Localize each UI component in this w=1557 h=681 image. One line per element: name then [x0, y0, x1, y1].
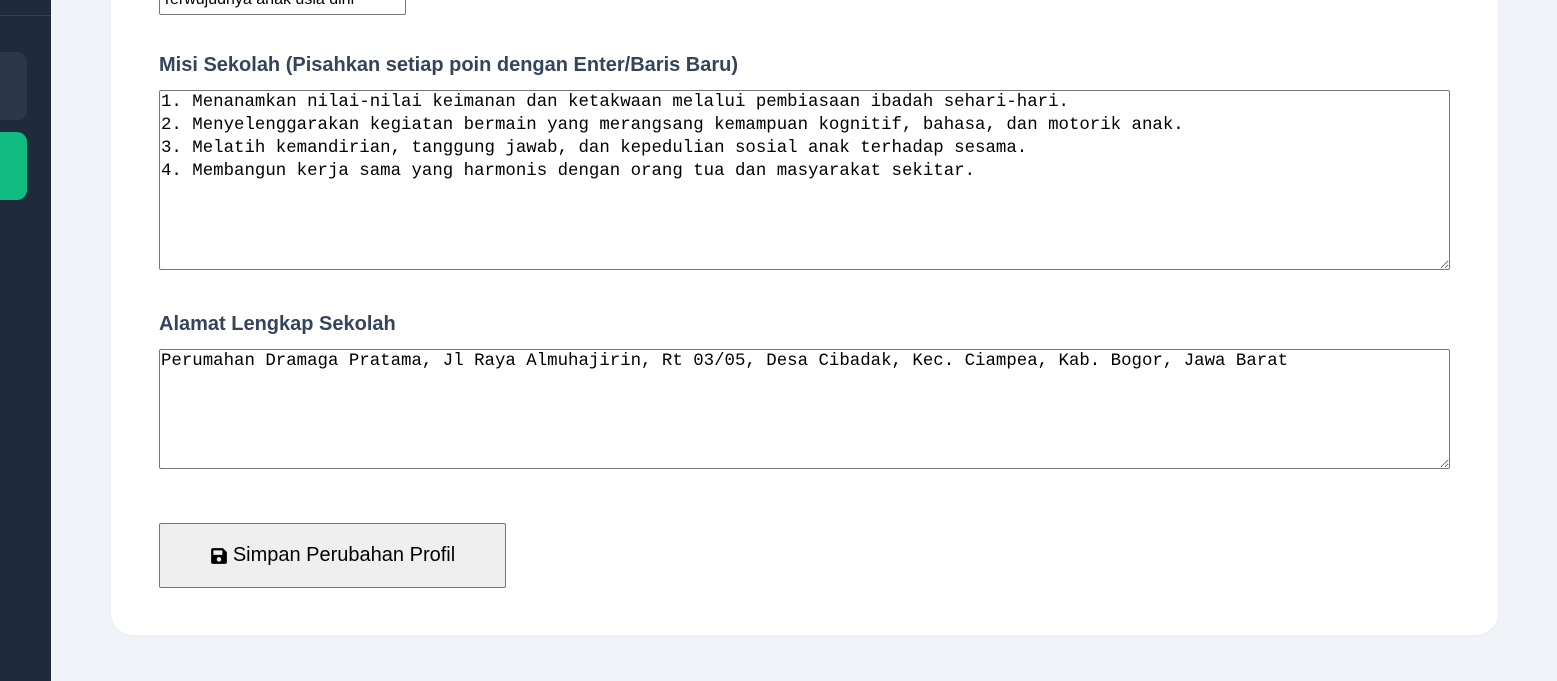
misi-textarea[interactable]: 1. Menanamkan nilai-nilai keimanan dan k…	[159, 90, 1450, 270]
floppy-disk-icon	[210, 547, 227, 564]
sidebar-divider	[0, 15, 51, 16]
visi-input[interactable]: Terwujudnya anak usia dini	[159, 0, 406, 15]
save-profile-button[interactable]: Simpan Perubahan Profil	[159, 523, 506, 588]
sidebar-item-hover[interactable]	[0, 52, 27, 120]
sidebar	[0, 0, 51, 681]
save-button-label: Simpan Perubahan Profil	[232, 544, 456, 566]
alamat-label: Alamat Lengkap Sekolah	[159, 313, 396, 335]
misi-label: Misi Sekolah (Pisahkan setiap poin denga…	[159, 54, 739, 76]
alamat-textarea[interactable]: Perumahan Dramaga Pratama, Jl Raya Almuh…	[159, 349, 1450, 469]
sidebar-item-active[interactable]	[0, 132, 27, 200]
